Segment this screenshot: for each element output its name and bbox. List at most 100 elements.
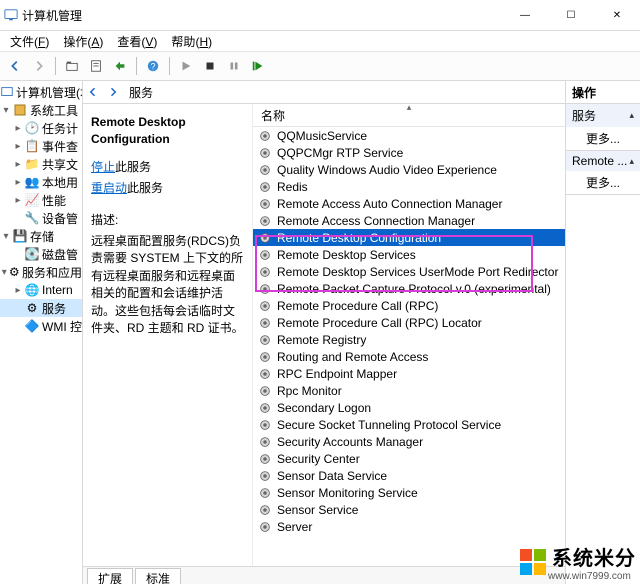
gear-icon bbox=[257, 451, 273, 467]
gear-icon bbox=[257, 196, 273, 212]
tab-standard[interactable]: 标准 bbox=[135, 568, 181, 584]
restart-service-link[interactable]: 重启动 bbox=[91, 181, 127, 195]
nav-shared-folders[interactable]: ▸📁共享文 bbox=[0, 155, 82, 173]
service-row[interactable]: Sensor Service bbox=[253, 501, 565, 518]
gear-icon bbox=[257, 298, 273, 314]
service-row[interactable]: Sensor Monitoring Service bbox=[253, 484, 565, 501]
nav-services-apps[interactable]: ▾⚙服务和应用 bbox=[0, 263, 82, 281]
nav-tree[interactable]: 计算机管理(本 ▾系统工具 ▸🕑任务计 ▸📋事件查 ▸📁共享文 ▸👥本地用 ▸📈… bbox=[0, 81, 83, 584]
close-button[interactable]: ✕ bbox=[594, 0, 640, 30]
pause-button[interactable] bbox=[223, 55, 245, 77]
service-row[interactable]: Secure Socket Tunneling Protocol Service bbox=[253, 416, 565, 433]
restart-button[interactable] bbox=[247, 55, 269, 77]
actions-section-services[interactable]: 服务▴ bbox=[566, 104, 640, 127]
service-name: Sensor Service bbox=[277, 503, 358, 517]
actions-more-selected[interactable]: 更多... bbox=[566, 171, 640, 194]
titlebar: 计算机管理 — ☐ ✕ bbox=[0, 0, 640, 31]
menu-action[interactable]: 操作(A) bbox=[57, 31, 109, 52]
service-row[interactable]: RPC Endpoint Mapper bbox=[253, 365, 565, 382]
help-button[interactable]: ? bbox=[142, 55, 164, 77]
service-row[interactable]: Secondary Logon bbox=[253, 399, 565, 416]
gear-icon bbox=[257, 145, 273, 161]
tab-extended[interactable]: 扩展 bbox=[87, 568, 133, 584]
gear-icon bbox=[257, 179, 273, 195]
actions-pane: 操作 服务▴ 更多... Remote ...▴ 更多... bbox=[566, 81, 640, 584]
maximize-button[interactable]: ☐ bbox=[548, 0, 594, 30]
description-text: 远程桌面配置服务(RDCS)负责需要 SYSTEM 上下文的所有远程桌面服务和远… bbox=[91, 233, 244, 337]
nav-storage[interactable]: ▾💾存储 bbox=[0, 227, 82, 245]
service-row[interactable]: Security Center bbox=[253, 450, 565, 467]
service-name: Remote Desktop Services UserMode Port Re… bbox=[277, 265, 558, 279]
service-name: Remote Access Auto Connection Manager bbox=[277, 197, 502, 211]
stop-button[interactable] bbox=[199, 55, 221, 77]
toolbar: ? bbox=[0, 52, 640, 81]
export-button[interactable] bbox=[109, 55, 131, 77]
menubar: 文件(F) 操作(A) 查看(V) 帮助(H) bbox=[0, 31, 640, 52]
nav-performance[interactable]: ▸📈性能 bbox=[0, 191, 82, 209]
service-name: Rpc Monitor bbox=[277, 384, 342, 398]
nav-services[interactable]: ⚙服务 bbox=[0, 299, 82, 317]
nav-device-manager[interactable]: 🔧设备管 bbox=[0, 209, 82, 227]
service-row[interactable]: Remote Access Auto Connection Manager bbox=[253, 195, 565, 212]
service-row[interactable]: Server bbox=[253, 518, 565, 535]
service-name: QQPCMgr RTP Service bbox=[277, 146, 403, 160]
nav-root-node[interactable]: 计算机管理(本 bbox=[0, 83, 82, 101]
service-row[interactable]: Remote Desktop Services bbox=[253, 246, 565, 263]
column-header-name[interactable]: 名称 ▴ bbox=[253, 104, 565, 127]
center-forward-icon[interactable] bbox=[103, 82, 123, 102]
service-row[interactable]: Redis bbox=[253, 178, 565, 195]
service-row[interactable]: Remote Desktop Configuration bbox=[253, 229, 565, 246]
service-name: Remote Procedure Call (RPC) Locator bbox=[277, 316, 482, 330]
nav-system-tools[interactable]: ▾系统工具 bbox=[0, 101, 82, 119]
service-name: Remote Packet Capture Protocol v.0 (expe… bbox=[277, 282, 551, 296]
nav-task-scheduler[interactable]: ▸🕑任务计 bbox=[0, 119, 82, 137]
service-list[interactable]: 名称 ▴ QQMusicService QQPCMgr RTP ServiceQu… bbox=[253, 104, 565, 566]
service-row[interactable]: Remote Registry bbox=[253, 331, 565, 348]
actions-header: 操作 bbox=[566, 81, 640, 104]
minimize-button[interactable]: — bbox=[502, 0, 548, 30]
service-row[interactable]: Remote Access Connection Manager bbox=[253, 212, 565, 229]
forward-button[interactable] bbox=[28, 55, 50, 77]
service-name: Remote Desktop Services bbox=[277, 248, 416, 262]
center-pane: 服务 Remote Desktop Configuration 停止此服务 重启… bbox=[83, 81, 566, 584]
nav-local-users[interactable]: ▸👥本地用 bbox=[0, 173, 82, 191]
window-title: 计算机管理 bbox=[22, 7, 502, 24]
actions-section-selected[interactable]: Remote ...▴ bbox=[566, 151, 640, 171]
service-row[interactable]: Routing and Remote Access bbox=[253, 348, 565, 365]
menu-help[interactable]: 帮助(H) bbox=[165, 31, 218, 52]
service-row[interactable]: Rpc Monitor bbox=[253, 382, 565, 399]
service-row[interactable]: Quality Windows Audio Video Experience bbox=[253, 161, 565, 178]
center-back-icon[interactable] bbox=[83, 82, 103, 102]
gear-icon bbox=[257, 400, 273, 416]
stop-service-link[interactable]: 停止 bbox=[91, 160, 115, 174]
service-name: Security Center bbox=[277, 452, 360, 466]
service-row[interactable]: Remote Packet Capture Protocol v.0 (expe… bbox=[253, 280, 565, 297]
service-row[interactable]: Remote Desktop Services UserMode Port Re… bbox=[253, 263, 565, 280]
app-icon bbox=[0, 8, 22, 22]
service-row[interactable]: Sensor Data Service bbox=[253, 467, 565, 484]
service-detail-pane: Remote Desktop Configuration 停止此服务 重启动此服… bbox=[83, 104, 253, 566]
nav-event-viewer[interactable]: ▸📋事件查 bbox=[0, 137, 82, 155]
nav-wmi[interactable]: 🔷WMI 控 bbox=[0, 317, 82, 335]
back-button[interactable] bbox=[4, 55, 26, 77]
properties-button[interactable] bbox=[85, 55, 107, 77]
play-button[interactable] bbox=[175, 55, 197, 77]
gear-icon bbox=[257, 383, 273, 399]
up-button[interactable] bbox=[61, 55, 83, 77]
nav-internet[interactable]: ▸🌐Intern bbox=[0, 281, 82, 299]
service-row[interactable]: QQMusicService bbox=[253, 127, 565, 144]
menu-file[interactable]: 文件(F) bbox=[4, 31, 55, 52]
sort-indicator-icon: ▴ bbox=[407, 104, 412, 113]
gear-icon bbox=[257, 485, 273, 501]
nav-disk-management[interactable]: 💽磁盘管 bbox=[0, 245, 82, 263]
service-name: Secure Socket Tunneling Protocol Service bbox=[277, 418, 501, 432]
menu-view[interactable]: 查看(V) bbox=[111, 31, 163, 52]
gear-icon bbox=[257, 247, 273, 263]
selected-service-name: Remote Desktop Configuration bbox=[91, 114, 244, 149]
actions-more-services[interactable]: 更多... bbox=[566, 127, 640, 150]
gear-icon bbox=[257, 213, 273, 229]
service-row[interactable]: Remote Procedure Call (RPC) Locator bbox=[253, 314, 565, 331]
service-row[interactable]: Remote Procedure Call (RPC) bbox=[253, 297, 565, 314]
service-row[interactable]: Security Accounts Manager bbox=[253, 433, 565, 450]
service-row[interactable]: QQPCMgr RTP Service bbox=[253, 144, 565, 161]
